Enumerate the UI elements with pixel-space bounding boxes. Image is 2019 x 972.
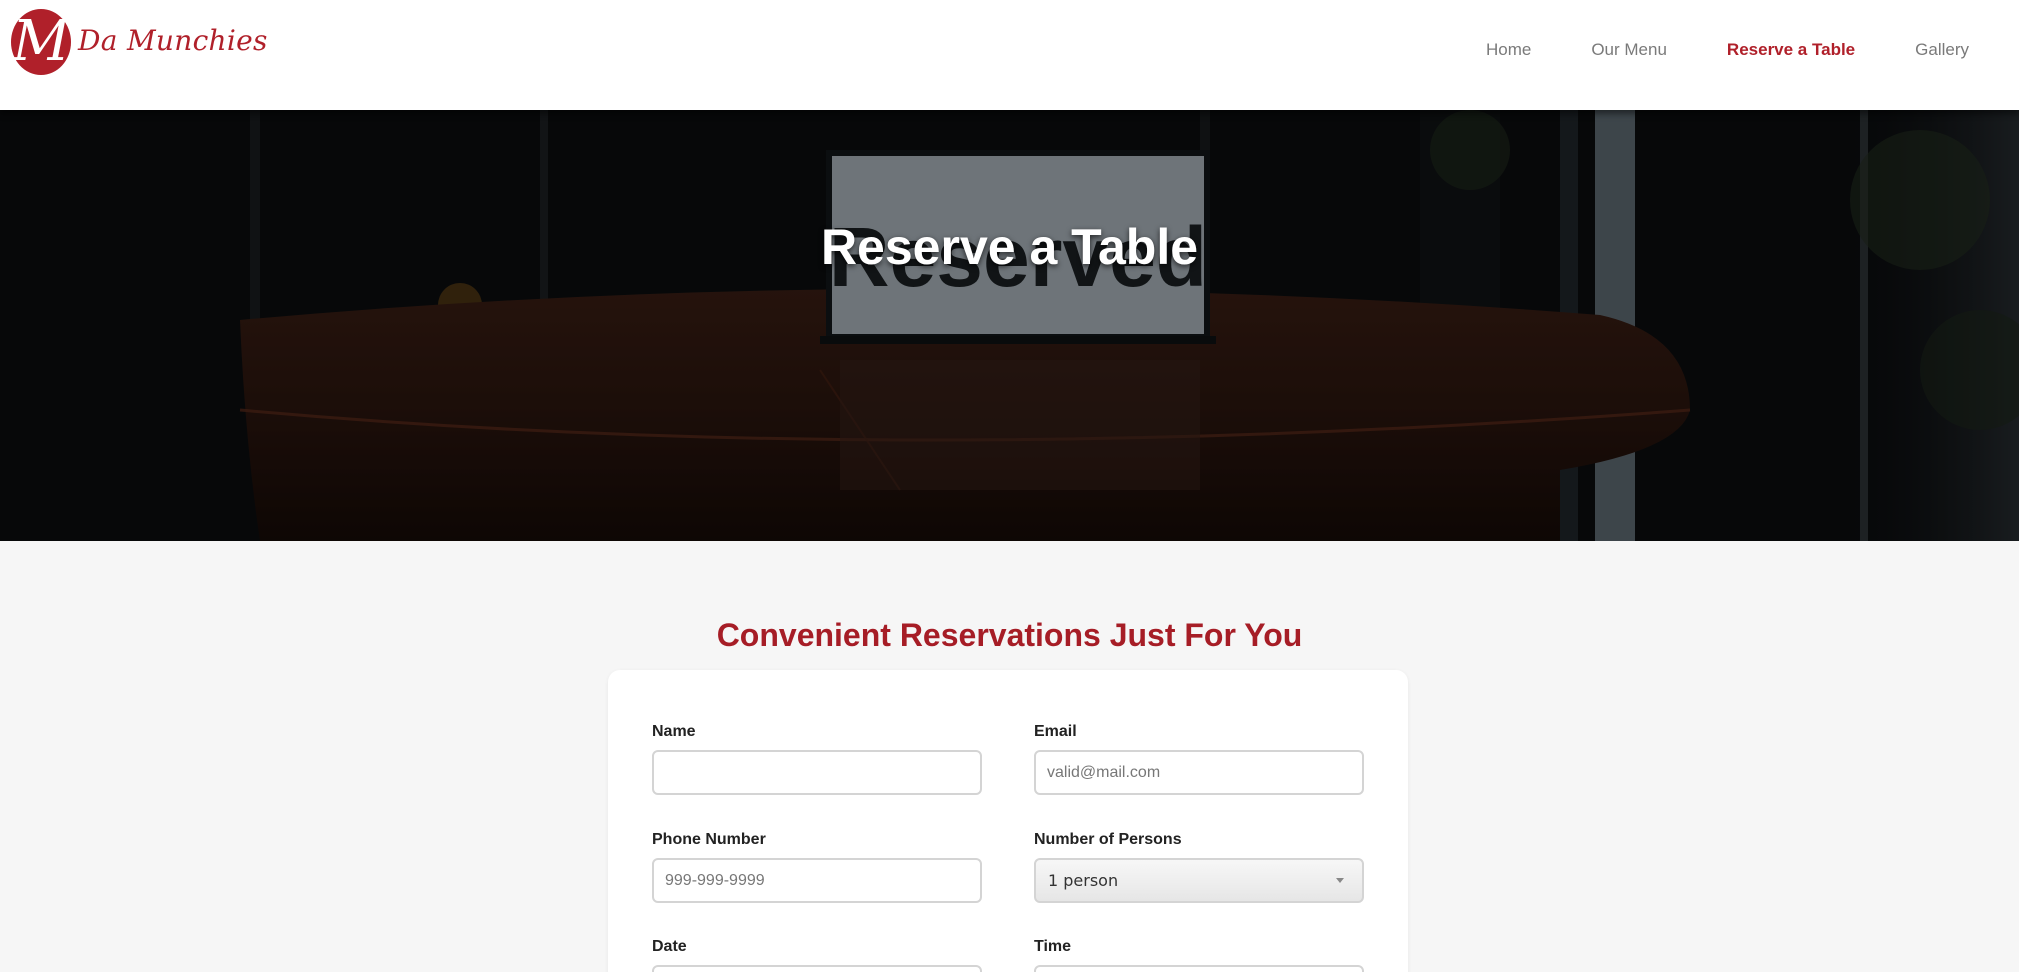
reservation-heading: Convenient Reservations Just For You [716, 617, 1303, 653]
persons-selected-value: 1 person [1048, 871, 1119, 890]
phone-label: Phone Number [652, 831, 766, 848]
hero-banner: Reserved Reserve a Table [0, 110, 2019, 541]
name-label: Name [652, 723, 696, 740]
hero-title: Reserve a Table [820, 219, 1199, 275]
reservation-form: Name Email Phone Number Number of Person… [608, 670, 1408, 972]
time-field-group: Time [1034, 938, 1364, 972]
nav-home[interactable]: Home [1486, 40, 1531, 60]
email-label: Email [1034, 723, 1077, 740]
phone-field-group: Phone Number [652, 831, 982, 903]
chevron-down-icon [1336, 878, 1344, 883]
nav-gallery[interactable]: Gallery [1915, 40, 1969, 60]
svg-text:M: M [11, 9, 71, 74]
time-input[interactable] [1034, 965, 1364, 972]
date-input[interactable] [652, 965, 982, 972]
persons-label: Number of Persons [1034, 831, 1182, 848]
nav-reserve-a-table[interactable]: Reserve a Table [1727, 40, 1855, 60]
site-header: M Da Munchies Home Our Menu Reserve a Ta… [0, 0, 2019, 110]
nav-our-menu[interactable]: Our Menu [1591, 40, 1667, 60]
brand-name: Da Munchies [78, 23, 268, 57]
email-field-group: Email [1034, 723, 1364, 795]
date-label: Date [652, 938, 687, 955]
email-input[interactable] [1034, 750, 1364, 795]
persons-field-group: Number of Persons 1 person [1034, 831, 1364, 903]
name-field-group: Name [652, 723, 982, 795]
logo-m-icon: M [10, 8, 76, 76]
time-label: Time [1034, 938, 1072, 955]
hero-background-image: Reserved [0, 110, 2019, 541]
phone-input[interactable] [652, 858, 982, 903]
date-field-group: Date [652, 938, 982, 972]
main-nav: Home Our Menu Reserve a Table Gallery [1486, 40, 1969, 60]
name-input[interactable] [652, 750, 982, 795]
brand-logo[interactable]: M Da Munchies [10, 8, 268, 76]
persons-select[interactable]: 1 person [1034, 858, 1364, 903]
